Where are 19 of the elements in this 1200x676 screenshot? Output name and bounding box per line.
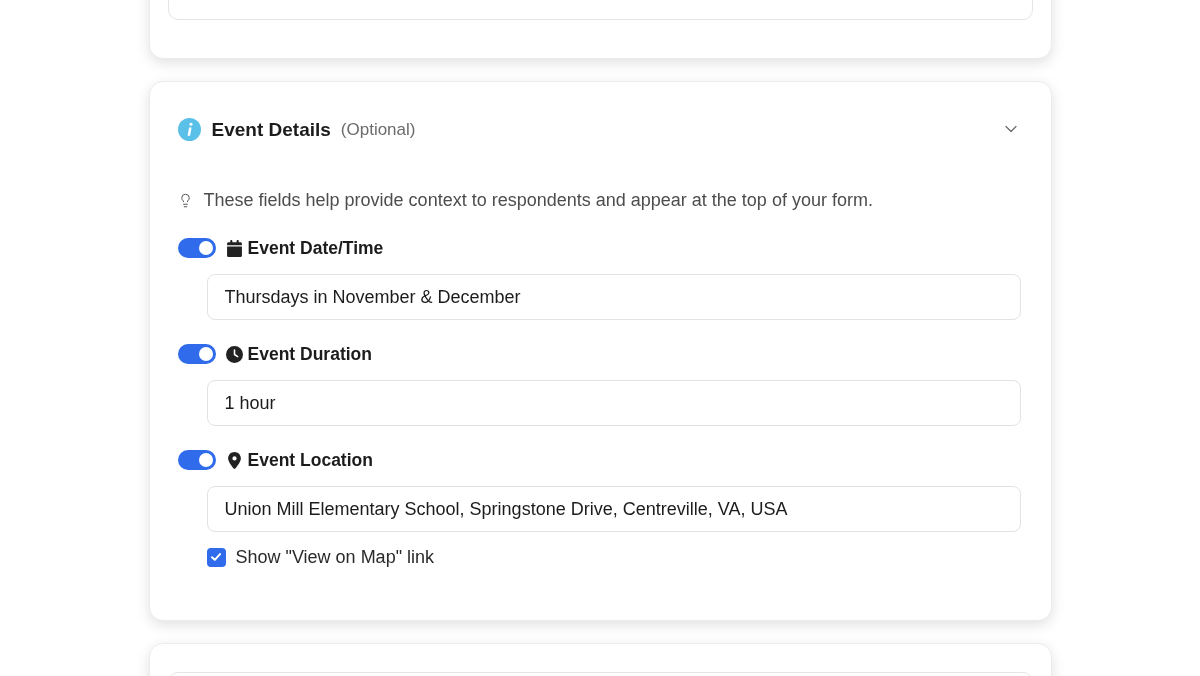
field-label: Event Duration bbox=[247, 342, 372, 366]
checkbox[interactable] bbox=[206, 547, 226, 567]
checkbox-label: Show "View on Map" link bbox=[235, 545, 435, 569]
toggle-switch[interactable] bbox=[177, 238, 216, 258]
text-field[interactable]: Thursdays in November & December bbox=[206, 274, 1021, 320]
check-icon bbox=[211, 553, 221, 561]
text-field[interactable]: Union Mill Elementary School, Springstone Drive, Centreville, VA, USA bbox=[206, 486, 1021, 532]
text-field[interactable]: 1 hour bbox=[206, 380, 1021, 426]
field-label: Event Location bbox=[247, 448, 373, 472]
info-icon bbox=[177, 117, 201, 141]
toggle-switch[interactable] bbox=[177, 344, 216, 364]
location-pin-icon bbox=[225, 451, 243, 469]
section-title: Event Details bbox=[211, 119, 331, 139]
hint-text: These fields help provide context to respondents and appear at the top of your form. bbox=[203, 188, 873, 212]
toggle-switch[interactable] bbox=[177, 450, 216, 470]
clock-icon bbox=[225, 345, 243, 363]
optional-note: (Optional) bbox=[340, 120, 416, 138]
calendar-icon bbox=[225, 239, 243, 257]
field-label: Event Date/Time bbox=[247, 236, 384, 260]
